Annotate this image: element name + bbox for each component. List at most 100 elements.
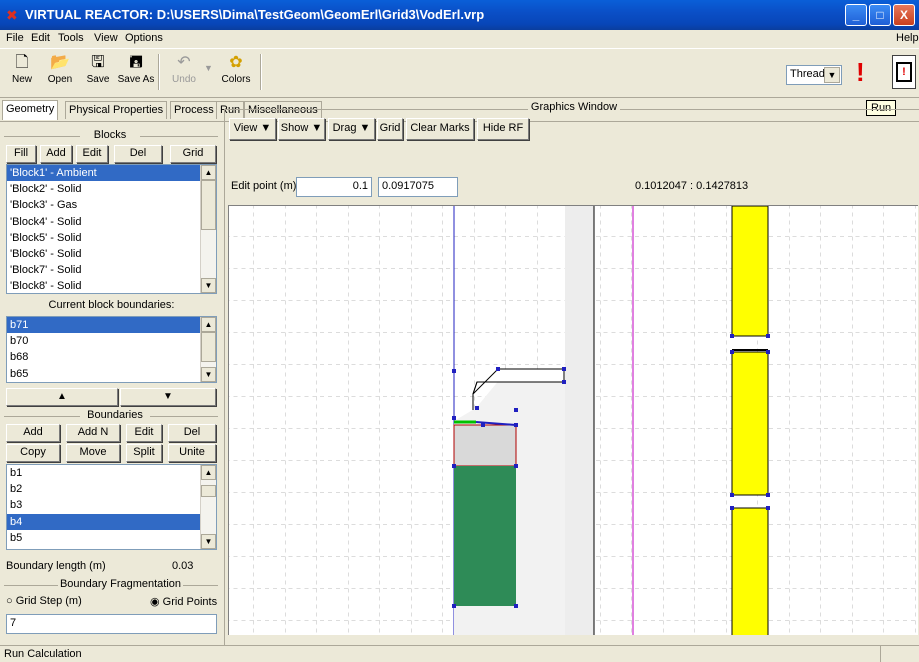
blocks-list[interactable]: 'Block1' - Ambient 'Block2' - Solid 'Blo… xyxy=(6,164,217,294)
scroll-up-icon[interactable]: ▲ xyxy=(201,165,216,180)
list-item[interactable]: b5 xyxy=(7,530,216,546)
list-item[interactable]: b3 xyxy=(7,497,216,513)
list-item[interactable]: 'Block3' - Gas xyxy=(7,197,216,213)
list-item[interactable]: b1 xyxy=(7,465,216,481)
close-button[interactable]: X xyxy=(893,4,915,26)
block-boundaries-list[interactable]: b71 b70 b68 b65 ▲ ▼ xyxy=(6,316,217,383)
list-item[interactable]: b65 xyxy=(7,366,216,382)
edit-point-x-input[interactable]: 0.1 xyxy=(296,177,372,197)
copy-boundary-button[interactable]: Copy xyxy=(6,444,60,462)
graphics-window-title: Graphics Window xyxy=(528,101,620,113)
list-item[interactable]: b2 xyxy=(7,481,216,497)
run-button[interactable]: ! xyxy=(892,55,916,89)
hide-rf-button[interactable]: Hide RF xyxy=(477,118,529,140)
tab-miscellaneous[interactable]: Miscellaneous xyxy=(244,101,322,119)
list-item[interactable]: 'Block7' - Solid xyxy=(7,262,216,278)
add-block-button[interactable]: Add xyxy=(40,145,72,163)
view-dropdown[interactable]: View ▼ xyxy=(229,118,276,140)
menu-options[interactable]: Options xyxy=(125,32,163,44)
grid-points-input[interactable]: 7 xyxy=(6,614,217,634)
drag-dropdown[interactable]: Drag ▼ xyxy=(328,118,375,140)
scroll-up-icon[interactable]: ▲ xyxy=(201,317,216,332)
unite-boundary-button[interactable]: Unite xyxy=(168,444,216,462)
graphics-group-left-edge xyxy=(224,109,225,645)
main-toolbar: 🗋 New 📂 Open 🖫 Save 🖪 Save As ↶ Undo ▼ ✿… xyxy=(0,48,919,116)
geometry-drawing[interactable] xyxy=(229,206,918,635)
boundaries-list[interactable]: b1 b2 b3 b4 b5 ▲ ▼ xyxy=(6,464,217,550)
fill-button[interactable]: Fill xyxy=(6,145,36,163)
list-item[interactable]: b71 xyxy=(7,317,216,334)
toolbar-separator xyxy=(260,54,262,90)
move-boundary-button[interactable]: Move xyxy=(66,444,120,462)
scroll-thumb[interactable] xyxy=(201,332,216,362)
list-item[interactable]: 'Block4' - Solid xyxy=(7,214,216,230)
split-boundary-button[interactable]: Split xyxy=(126,444,162,462)
list-item[interactable]: b70 xyxy=(7,333,216,349)
boundaries-scrollbar[interactable]: ▲ ▼ xyxy=(200,465,216,549)
menu-view[interactable]: View xyxy=(94,32,118,44)
block-boundaries-scrollbar[interactable]: ▲ ▼ xyxy=(200,317,216,382)
list-item[interactable]: b68 xyxy=(7,349,216,365)
list-item[interactable]: 'Block1' - Ambient xyxy=(7,165,216,182)
maximize-button[interactable]: □ xyxy=(869,4,891,26)
show-dropdown[interactable]: Show ▼ xyxy=(278,118,325,140)
status-panel xyxy=(880,646,918,662)
save-as-button[interactable]: 🖪 Save As xyxy=(116,52,156,94)
menu-bar: File Edit Tools View Options Help xyxy=(0,30,919,48)
save-button[interactable]: 🖫 Save xyxy=(78,52,118,94)
thread-select[interactable]: Thread ▼ xyxy=(786,65,842,85)
list-item[interactable]: b4 xyxy=(7,513,216,530)
list-item[interactable]: 'Block8' - Solid xyxy=(7,278,216,293)
edit-boundary-button[interactable]: Edit xyxy=(126,424,162,442)
new-button[interactable]: 🗋 New xyxy=(2,52,42,94)
minimize-button[interactable]: _ xyxy=(845,4,867,26)
clear-marks-button[interactable]: Clear Marks xyxy=(406,118,474,140)
grid-points-label: Grid Points xyxy=(162,596,218,608)
add-boundary-button[interactable]: Add xyxy=(6,424,60,442)
add-n-boundary-button[interactable]: Add N xyxy=(66,424,120,442)
open-button[interactable]: 📂 Open xyxy=(40,52,80,94)
menu-file[interactable]: File xyxy=(6,32,24,44)
scroll-down-icon[interactable]: ▼ xyxy=(201,278,216,293)
scroll-up-icon[interactable]: ▲ xyxy=(201,465,216,480)
undo-dropdown-icon[interactable]: ▼ xyxy=(204,63,213,73)
scroll-down-icon[interactable]: ▼ xyxy=(201,367,216,382)
move-down-button[interactable]: ▼ xyxy=(120,388,216,406)
scroll-thumb[interactable] xyxy=(201,180,216,230)
tab-physical-properties[interactable]: Physical Properties xyxy=(65,101,168,119)
menu-tools[interactable]: Tools xyxy=(58,32,84,44)
status-text: Run Calculation xyxy=(4,648,82,660)
alert-icon[interactable]: ! xyxy=(856,57,865,88)
chevron-down-icon: ▼ xyxy=(359,122,371,134)
menu-help[interactable]: Help xyxy=(896,32,919,44)
delete-boundary-button[interactable]: Del xyxy=(168,424,216,442)
blocks-group-title: Blocks xyxy=(80,129,140,141)
boundary-length-label: Boundary length (m) xyxy=(6,560,106,572)
save-as-label: Save As xyxy=(117,74,155,85)
list-item[interactable]: 'Block2' - Solid xyxy=(7,181,216,197)
radio-checked-icon: ◉ xyxy=(150,596,160,608)
colors-button[interactable]: ✿ Colors xyxy=(216,52,256,94)
tab-run[interactable]: Run xyxy=(216,101,245,119)
grid-toggle-button[interactable]: Grid xyxy=(377,118,403,140)
scroll-down-icon[interactable]: ▼ xyxy=(201,534,216,549)
gray-column-block xyxy=(565,206,594,635)
move-up-button[interactable]: ▲ xyxy=(6,388,118,406)
list-item[interactable]: 'Block5' - Solid xyxy=(7,230,216,246)
new-label: New xyxy=(11,74,32,85)
menu-edit[interactable]: Edit xyxy=(31,32,50,44)
title-bar: ✖ VIRTUAL REACTOR: D:\USERS\Dima\TestGeo… xyxy=(0,0,919,30)
list-item[interactable]: 'Block6' - Solid xyxy=(7,246,216,262)
grid-points-radio[interactable]: ◉ Grid Points xyxy=(150,595,217,608)
edit-point-y-input[interactable]: 0.0917075 xyxy=(378,177,458,197)
scroll-thumb[interactable] xyxy=(201,485,216,497)
delete-block-button[interactable]: Del xyxy=(114,145,162,163)
undo-button[interactable]: ↶ Undo xyxy=(164,52,204,94)
blocks-scrollbar[interactable]: ▲ ▼ xyxy=(200,165,216,293)
grid-step-radio[interactable]: ○ Grid Step (m) xyxy=(6,595,82,607)
tab-process[interactable]: Process xyxy=(170,101,218,119)
graphics-canvas[interactable] xyxy=(228,205,918,635)
grid-block-button[interactable]: Grid xyxy=(170,145,216,163)
tab-geometry[interactable]: Geometry xyxy=(2,100,59,120)
edit-block-button[interactable]: Edit xyxy=(76,145,108,163)
